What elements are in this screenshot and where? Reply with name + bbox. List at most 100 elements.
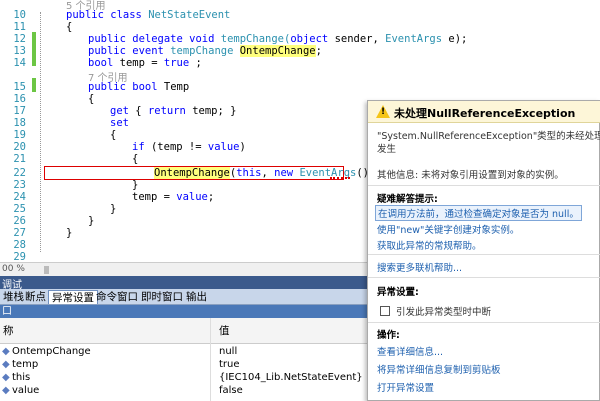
code-token: public event: [88, 45, 171, 57]
exception-message-line2: 发生: [377, 144, 397, 155]
tip-link-general-help[interactable]: 获取此异常的常规帮助。: [377, 238, 482, 252]
code-line-20[interactable]: if (temp != value): [132, 141, 246, 153]
exception-title: 未处理NullReferenceException: [394, 107, 576, 120]
locals-value: null: [219, 346, 238, 357]
tab-exception-settings[interactable]: 异常设置: [48, 290, 98, 304]
code-token: new: [274, 167, 294, 179]
line-number: 17: [13, 105, 26, 117]
code-token: sender,: [328, 33, 386, 45]
column-header-name[interactable]: 称: [0, 318, 211, 344]
code-line-26[interactable]: }: [88, 215, 94, 227]
code-token: tempChange(: [220, 33, 291, 45]
code-token: public bool: [88, 81, 158, 93]
line-number: 21: [13, 153, 26, 165]
code-line-25[interactable]: }: [110, 203, 116, 215]
code-token: NetStateEvent: [148, 9, 231, 21]
variable-icon: ◆: [2, 346, 10, 357]
code-line-18[interactable]: set: [110, 117, 129, 129]
locals-value: false: [219, 385, 243, 396]
code-token: e);: [442, 33, 468, 45]
code-token: temp; }: [185, 105, 237, 117]
change-marker: [32, 32, 36, 66]
code-line-14[interactable]: bool temp = true ;: [88, 57, 202, 69]
copy-details-link[interactable]: 将异常详细信息复制到剪贴板: [377, 362, 501, 376]
code-token: this: [236, 167, 262, 179]
code-line-27[interactable]: }: [66, 227, 72, 239]
line-number: 14: [13, 57, 26, 69]
tab-breakpoints[interactable]: 断点: [22, 290, 49, 304]
code-line-15[interactable]: public bool Temp: [88, 81, 189, 93]
exception-message-line1: "System.NullReferenceException"类型的未经处理的异: [377, 131, 600, 142]
locals-name: OntempChange: [12, 346, 91, 357]
line-number: 26: [13, 215, 26, 227]
line-number: 20: [13, 141, 26, 153]
code-line-11[interactable]: {: [66, 21, 72, 33]
line-number: 15: [13, 81, 26, 93]
exception-helper-popup: ! 未处理NullReferenceException "System.Null…: [367, 100, 600, 401]
code-line-17[interactable]: get { return temp; }: [110, 105, 236, 117]
code-line-23[interactable]: }: [132, 179, 138, 191]
code-token: ;: [315, 45, 322, 57]
scroll-thumb[interactable]: [44, 266, 49, 274]
view-details-link[interactable]: 查看详细信息...: [377, 344, 443, 358]
variable-icon: ◆: [2, 359, 10, 370]
code-line-24[interactable]: temp = value;: [132, 191, 214, 203]
divider: [368, 254, 600, 255]
line-number: 25: [13, 203, 26, 215]
line-number: 12: [13, 33, 26, 45]
code-line-21[interactable]: {: [132, 153, 138, 165]
tips-heading: 疑难解答提示:: [377, 194, 438, 205]
line-number: 29: [13, 251, 26, 262]
tab-immediate-window[interactable]: 即时窗口: [138, 290, 186, 304]
open-exception-settings-link[interactable]: 打开异常设置: [377, 380, 434, 394]
code-token: value: [207, 141, 240, 153]
search-online-help-link[interactable]: 搜索更多联机帮助...: [377, 260, 462, 274]
divider: [368, 322, 600, 323]
zoom-level[interactable]: 00 %: [2, 264, 25, 274]
code-token: ): [239, 141, 246, 153]
code-line-10[interactable]: public class NetStateEvent: [66, 9, 230, 21]
line-number: 16: [13, 93, 26, 105]
tab-command-window[interactable]: 命令窗口: [93, 290, 141, 304]
code-token: value: [176, 191, 208, 203]
code-token: bool: [88, 57, 114, 69]
code-token: temp =: [113, 57, 164, 69]
tab-output[interactable]: 输出: [183, 290, 210, 304]
code-token: if: [132, 141, 145, 153]
code-token: public delegate void: [88, 33, 221, 45]
divider: [368, 277, 600, 278]
code-token: ;: [189, 57, 202, 69]
break-on-exception-label[interactable]: 引发此异常类型时中断: [396, 304, 491, 318]
line-number: 23: [13, 179, 26, 191]
line-number: 10: [13, 9, 26, 21]
code-token: get: [110, 105, 129, 117]
popup-header: ! 未处理NullReferenceException: [368, 101, 600, 123]
code-token: Temp: [157, 81, 190, 93]
code-token: EventArgs: [385, 33, 443, 45]
divider: [368, 185, 600, 186]
code-line-12[interactable]: public delegate void tempChange(object s…: [88, 33, 467, 45]
code-line-16[interactable]: {: [88, 93, 94, 105]
code-token: OntempChange: [154, 167, 230, 179]
actions-heading: 操作:: [377, 330, 400, 341]
code-line-19[interactable]: {: [110, 129, 116, 141]
exception-other-info: 其他信息: 未将对象引用设置到对象的实例。: [377, 170, 564, 181]
exception-settings-heading: 异常设置:: [377, 287, 419, 298]
code-token: {: [128, 105, 148, 117]
change-marker: [32, 78, 36, 92]
code-token: public class: [66, 9, 149, 21]
line-number: 24: [13, 191, 26, 203]
code-token: return: [147, 105, 186, 117]
variable-icon: ◆: [2, 372, 10, 383]
break-on-exception-checkbox[interactable]: [380, 306, 390, 316]
tip-link-use-new[interactable]: 使用"new"关键字创建对象实例。: [377, 222, 519, 236]
outline-guide: [40, 12, 41, 252]
line-number: 19: [13, 129, 26, 141]
code-token: ,: [261, 167, 275, 179]
code-token: tempChange: [170, 45, 234, 57]
tip-link-check-null[interactable]: 在调用方法前，通过检查确定对象是否为 null。: [375, 205, 582, 221]
code-line-13[interactable]: public event tempChange OntempChange;: [88, 45, 322, 57]
locals-name: this: [12, 372, 31, 383]
code-token: (temp !=: [144, 141, 208, 153]
